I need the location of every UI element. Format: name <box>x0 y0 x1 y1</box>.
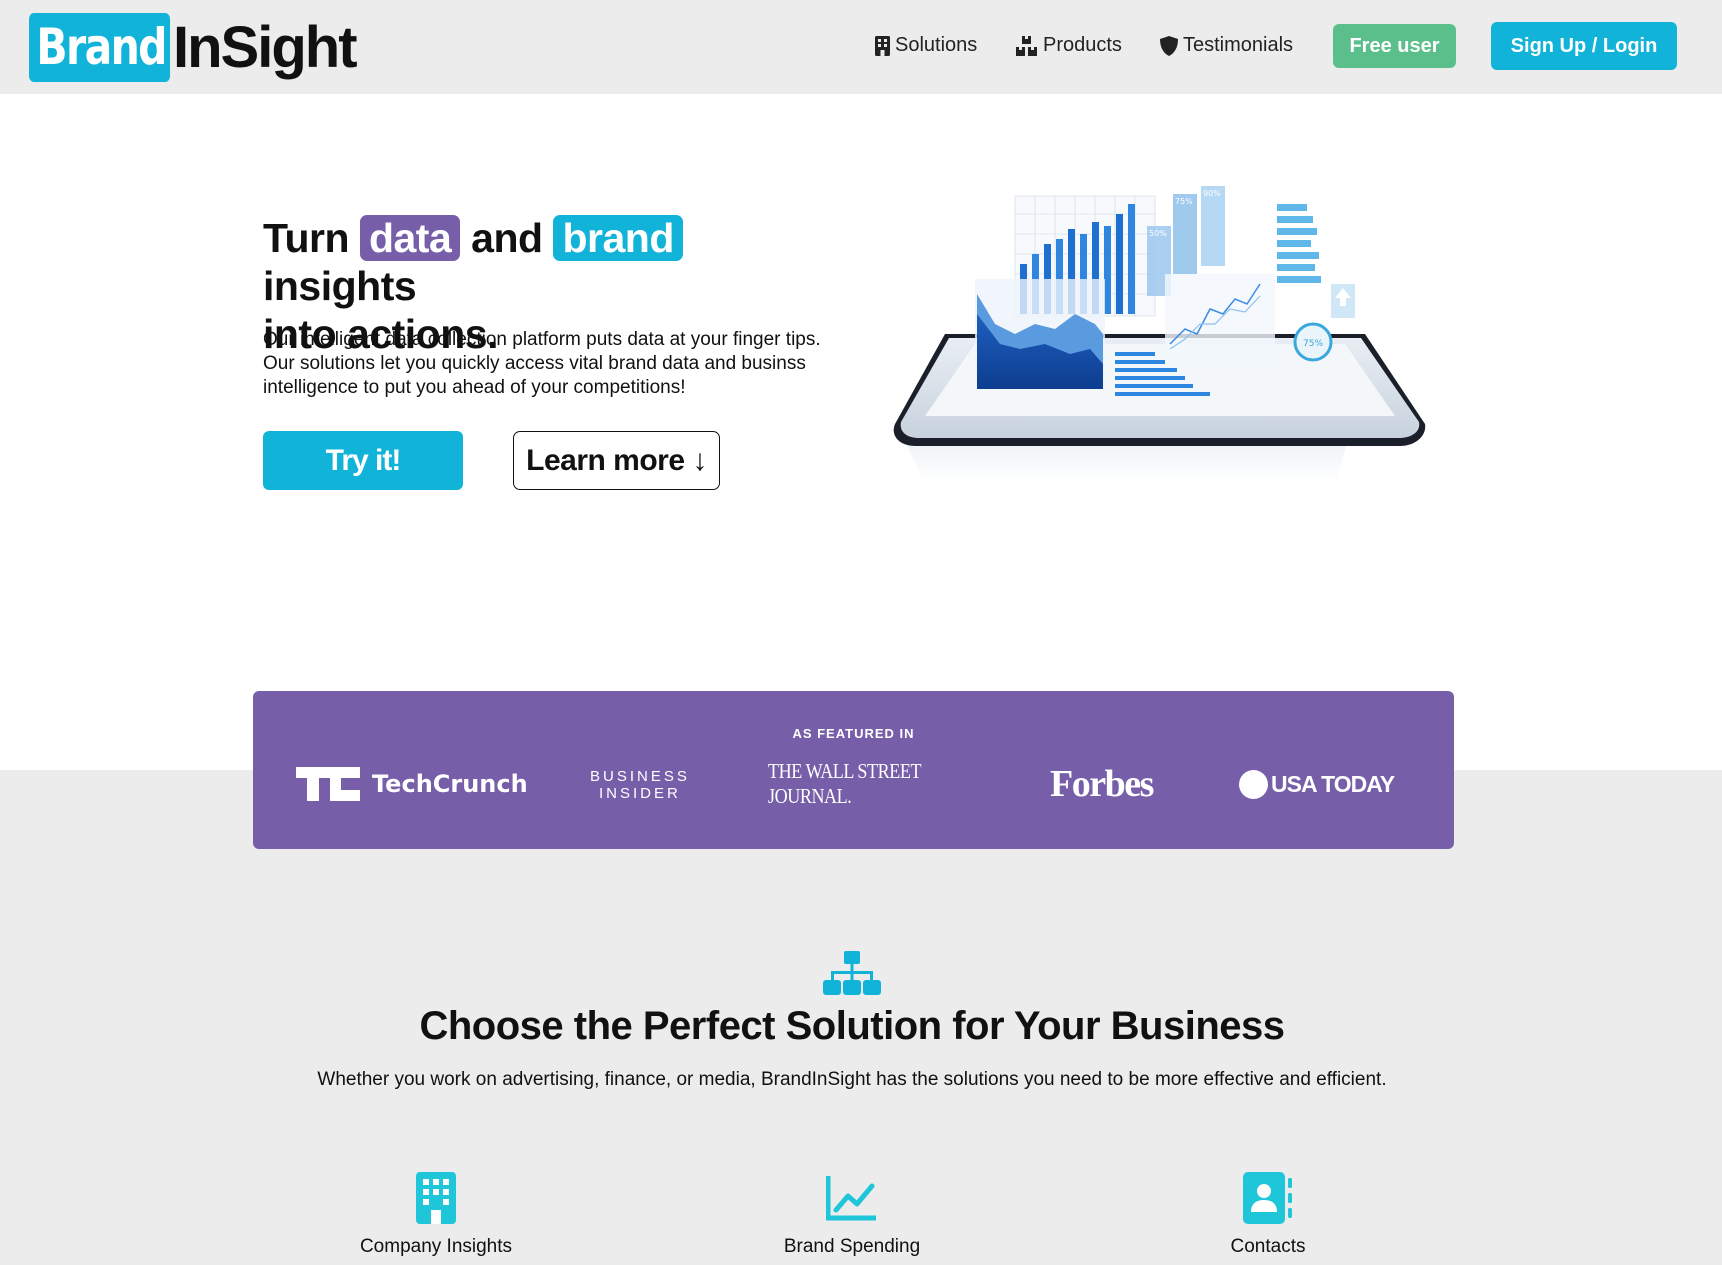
card-brand-spending[interactable]: Brand Spending <box>702 1172 1002 1258</box>
logo-insight: InSight <box>173 15 358 80</box>
techcrunch-text: TechCrunch <box>372 770 528 798</box>
card-contacts[interactable]: Contacts <box>1118 1172 1418 1258</box>
illus-label: 75% <box>1175 197 1193 206</box>
nav-solutions-label: Solutions <box>895 34 978 56</box>
illus-label: 90% <box>1203 189 1221 198</box>
nav-products[interactable]: Products <box>1016 34 1122 57</box>
signup-login-button[interactable]: Sign Up / Login <box>1491 22 1677 70</box>
hero-title-text: and <box>471 215 543 261</box>
building-icon <box>416 1172 456 1224</box>
business-insider-logo[interactable]: BUSINESS INSIDER <box>590 765 690 805</box>
learn-more-button[interactable]: Learn more ↓ <box>513 431 720 490</box>
nav-testimonials-label: Testimonials <box>1183 34 1294 56</box>
nav-testimonials[interactable]: Testimonials <box>1160 34 1293 57</box>
forbes-logo[interactable]: Forbes <box>1050 761 1154 807</box>
bi-line2: INSIDER <box>599 785 681 802</box>
usatoday-logo[interactable]: USA TODAY <box>1239 761 1395 807</box>
hero-illustration: 50% 75% 90% 75% <box>893 186 1426 484</box>
solutions-subtitle: Whether you work on advertising, finance… <box>317 1069 1387 1090</box>
building-icon <box>875 35 890 56</box>
usatoday-dot-icon <box>1239 769 1268 799</box>
hero-description: Our intelligent data collection platform… <box>263 329 821 398</box>
highlight-brand: brand <box>553 215 683 261</box>
highlight-data: data <box>359 215 461 261</box>
contact-book-icon <box>1243 1172 1292 1224</box>
usatoday-text: USA TODAY <box>1271 770 1395 797</box>
card-label: Company Insights <box>359 1236 513 1257</box>
card-label: Brand Spending <box>783 1236 921 1257</box>
navbar: Brand InSight Solutions Products Testimo… <box>0 0 1722 94</box>
card-label: Contacts <box>1230 1236 1306 1257</box>
bi-line1: BUSINESS <box>590 768 690 785</box>
featured-banner: AS FEATURED IN TechCrunch BUSINESS INSID… <box>253 691 1454 849</box>
hero-section: Turn data and brand insights into action… <box>0 94 1722 770</box>
nav-solutions[interactable]: Solutions <box>875 34 977 57</box>
hero-title-text: Turn <box>263 215 350 261</box>
shield-icon <box>1160 35 1178 56</box>
logo-brand: Brand <box>29 13 171 82</box>
featured-label: AS FEATURED IN <box>792 726 915 741</box>
card-company-insights[interactable]: Company Insights <box>286 1172 586 1258</box>
try-it-button[interactable]: Try it! <box>263 431 463 490</box>
wsj-logo[interactable]: THE WALL STREET JOURNAL. <box>768 759 966 808</box>
line-chart-icon <box>826 1176 876 1221</box>
sitemap-icon <box>823 951 881 995</box>
logo[interactable]: Brand InSight <box>29 13 358 82</box>
solutions-title: Choose the Perfect Solution for Your Bus… <box>419 1004 1285 1048</box>
techcrunch-mark-icon <box>296 767 360 801</box>
boxes-icon <box>1016 35 1037 56</box>
illus-label: 75% <box>1303 339 1323 349</box>
nav-products-label: Products <box>1043 34 1122 56</box>
hero-title-text: insights <box>263 263 417 309</box>
free-user-button[interactable]: Free user <box>1333 24 1456 68</box>
illus-label: 50% <box>1149 229 1167 238</box>
techcrunch-logo[interactable]: TechCrunch <box>296 761 528 807</box>
